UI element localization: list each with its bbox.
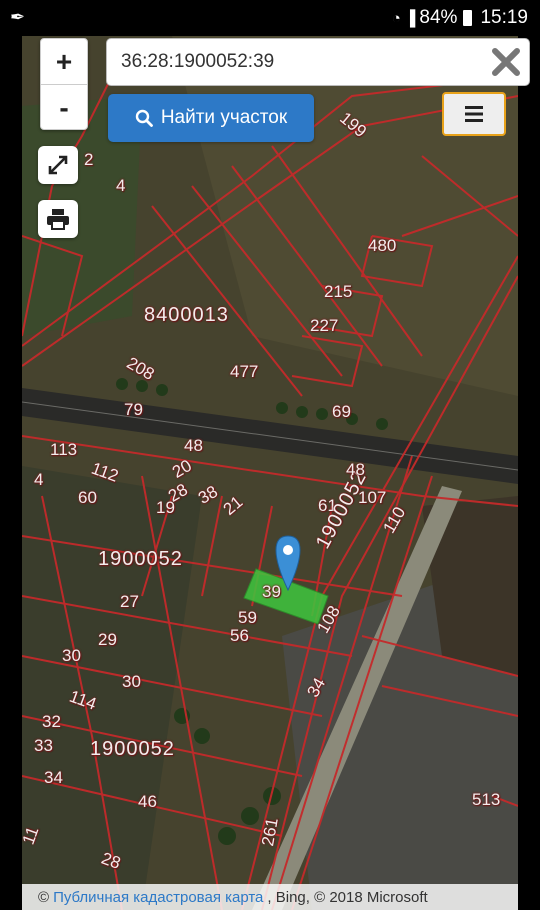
parcel-label: 60 <box>78 488 97 507</box>
parcel-label: 33 <box>34 736 53 755</box>
wifi-icon: ◔ <box>391 9 401 27</box>
parcel-label: 29 <box>98 630 117 649</box>
find-parcel-label: Найти участок <box>160 107 288 128</box>
attribution-suffix: , Bing, © 2018 Microsoft <box>267 888 428 906</box>
status-indicators: ◔ ▐ 84% 15:19 <box>392 7 528 29</box>
selected-parcel-label: 39 <box>262 582 281 601</box>
find-parcel-button[interactable]: Найти участок <box>108 94 314 142</box>
battery-percent: 84% <box>419 7 458 28</box>
parcel-label: 48 <box>184 436 203 455</box>
parcel-label: 27 <box>120 592 139 611</box>
parcel-label: 69 <box>332 402 351 421</box>
cadastral-number-input[interactable]: 36:28:1900052:39 <box>106 38 530 86</box>
zoom-control: + - <box>40 38 88 130</box>
parcel-label: 480 <box>368 236 397 255</box>
signal-icon: ▐ <box>404 9 416 27</box>
clear-search-button[interactable] <box>486 40 526 84</box>
parcel-label: 513 <box>472 790 501 809</box>
zoom-in-button[interactable]: + <box>41 39 87 84</box>
map-attribution: © Публичная кадастровая карта , Bing, © … <box>22 884 518 910</box>
parcel-label: 30 <box>62 646 81 665</box>
menu-button[interactable] <box>442 92 506 136</box>
parcel-label: 34 <box>44 768 63 787</box>
print-button[interactable] <box>38 200 78 238</box>
close-icon <box>492 48 520 76</box>
fullscreen-button[interactable] <box>38 146 78 184</box>
quarter-label: 1900052 <box>90 738 175 760</box>
parcel-label: 32 <box>42 712 61 731</box>
parcel-label: 215 <box>324 282 353 301</box>
expand-icon <box>48 155 68 175</box>
battery-icon <box>463 10 473 26</box>
parcel-label: 19 <box>156 498 175 517</box>
parcel-label: 56 <box>230 626 249 645</box>
parcel-label: 4 <box>34 470 44 489</box>
quarter-label: 1900052 <box>98 548 183 570</box>
search-icon <box>135 109 153 127</box>
parcel-label: 46 <box>138 792 157 811</box>
zoom-out-button[interactable]: - <box>41 84 87 130</box>
status-bar: ✒ ◔ ▐ 84% 15:19 <box>0 0 540 36</box>
quarter-label: 8400013 <box>144 304 229 326</box>
parcel-label: 48 <box>346 460 365 479</box>
parcel-label: 227 <box>310 316 339 335</box>
cadastral-map[interactable]: 199 2 4 480 215 227 8400013 208 477 79 6… <box>22 36 518 910</box>
parcel-label: 477 <box>230 362 259 381</box>
clock: 15:19 <box>480 7 528 28</box>
parcel-label: 59 <box>238 608 257 627</box>
hamburger-menu-icon <box>465 106 483 122</box>
cadastral-map-link[interactable]: Публичная кадастровая карта <box>53 889 263 906</box>
attribution-prefix: © <box>38 888 50 906</box>
parcel-label: 4 <box>116 176 126 195</box>
parcel-label: 2 <box>84 150 94 169</box>
parcel-label: 113 <box>50 440 78 459</box>
parcel-label: 79 <box>124 400 143 419</box>
gift-icon: ✒ <box>10 7 26 27</box>
printer-icon <box>47 209 69 230</box>
parcel-label: 30 <box>122 672 141 691</box>
